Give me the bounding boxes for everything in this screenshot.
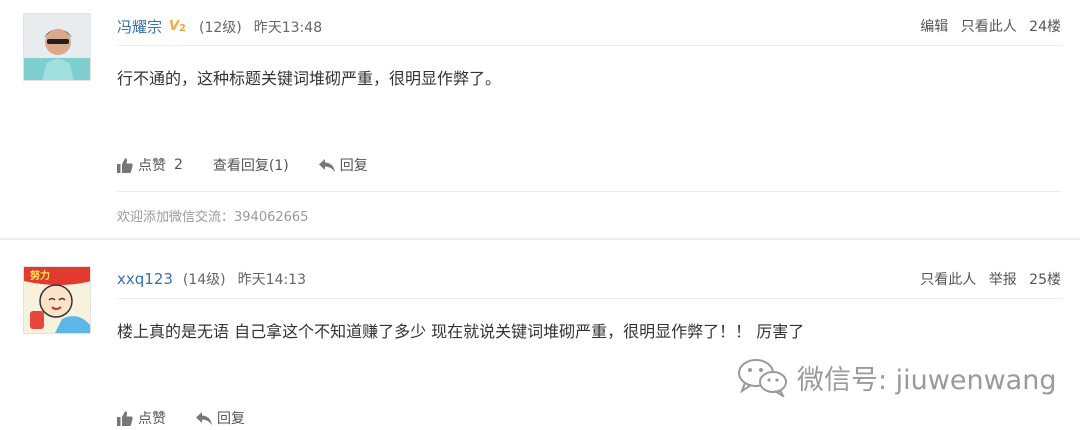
divider xyxy=(117,45,1061,46)
user-level: (14级) xyxy=(182,272,226,288)
like-count: 2 xyxy=(174,157,183,173)
post-actions: 点赞 2 查看回复(1) 回复 xyxy=(117,155,398,175)
like-button[interactable]: 点赞 2 xyxy=(117,155,183,175)
reply-button[interactable]: 回复 xyxy=(196,408,245,428)
post-actions: 点赞 回复 xyxy=(117,408,275,428)
like-label: 点赞 xyxy=(138,411,166,427)
divider xyxy=(117,191,1061,192)
like-button[interactable]: 点赞 xyxy=(117,408,166,428)
post-content: 行不通的，这种标题关键词堆砌严重，很明显作弊了。 xyxy=(117,69,502,88)
post-ops: 编辑 只看此人 24楼 xyxy=(912,16,1061,36)
wechat-watermark: 微信号: jiuwenwang xyxy=(737,357,1056,397)
report-link[interactable]: 举报 xyxy=(989,272,1017,288)
post-meta: xxq123 (14级) 昨天14:13 xyxy=(117,269,306,289)
only-this-user-link[interactable]: 只看此人 xyxy=(920,272,976,288)
user-signature: 欢迎添加微信交流：394062665 xyxy=(117,210,309,225)
post-content: 楼上真的是无语 自己拿这个不知道赚了多少 现在就说关键词堆砌严重，很明显作弊了！… xyxy=(117,322,805,341)
reply-arrow-icon xyxy=(318,158,335,172)
svg-text:2: 2 xyxy=(179,23,186,33)
only-this-user-link[interactable]: 只看此人 xyxy=(961,19,1017,35)
username[interactable]: 冯耀宗 xyxy=(117,16,162,37)
avatar[interactable]: 努力 xyxy=(23,266,91,334)
like-label: 点赞 xyxy=(138,158,166,174)
reply-arrow-icon xyxy=(196,411,212,425)
divider xyxy=(117,298,1061,299)
post-time: 昨天13:48 xyxy=(253,19,323,36)
username[interactable]: xxq123 xyxy=(117,270,173,288)
post-meta: 冯耀宗 V 2 (12级) 昨天13:48 xyxy=(117,16,322,37)
floor-number: 25楼 xyxy=(1029,272,1061,288)
thumb-up-icon xyxy=(117,157,133,173)
reply-button[interactable]: 回复 xyxy=(318,155,368,175)
wechat-logo-icon xyxy=(738,359,787,397)
avatar[interactable] xyxy=(23,13,91,81)
watermark-text: 微信号: jiuwenwang xyxy=(797,364,1057,396)
post-time: 昨天14:13 xyxy=(237,272,307,288)
thumb-up-icon xyxy=(117,410,133,426)
view-replies-link[interactable]: 查看回复(1) xyxy=(213,155,289,175)
reply-label: 回复 xyxy=(217,411,245,427)
edit-link[interactable]: 编辑 xyxy=(920,19,948,35)
reply-label: 回复 xyxy=(339,158,368,174)
vip-badge-icon: V 2 xyxy=(169,17,189,37)
user-level: (12级) xyxy=(199,19,242,36)
post-ops: 只看此人 举报 25楼 xyxy=(912,269,1061,289)
floor-number: 24楼 xyxy=(1029,19,1061,35)
svg-text:努力: 努力 xyxy=(30,269,50,282)
post-separator xyxy=(0,238,1080,240)
